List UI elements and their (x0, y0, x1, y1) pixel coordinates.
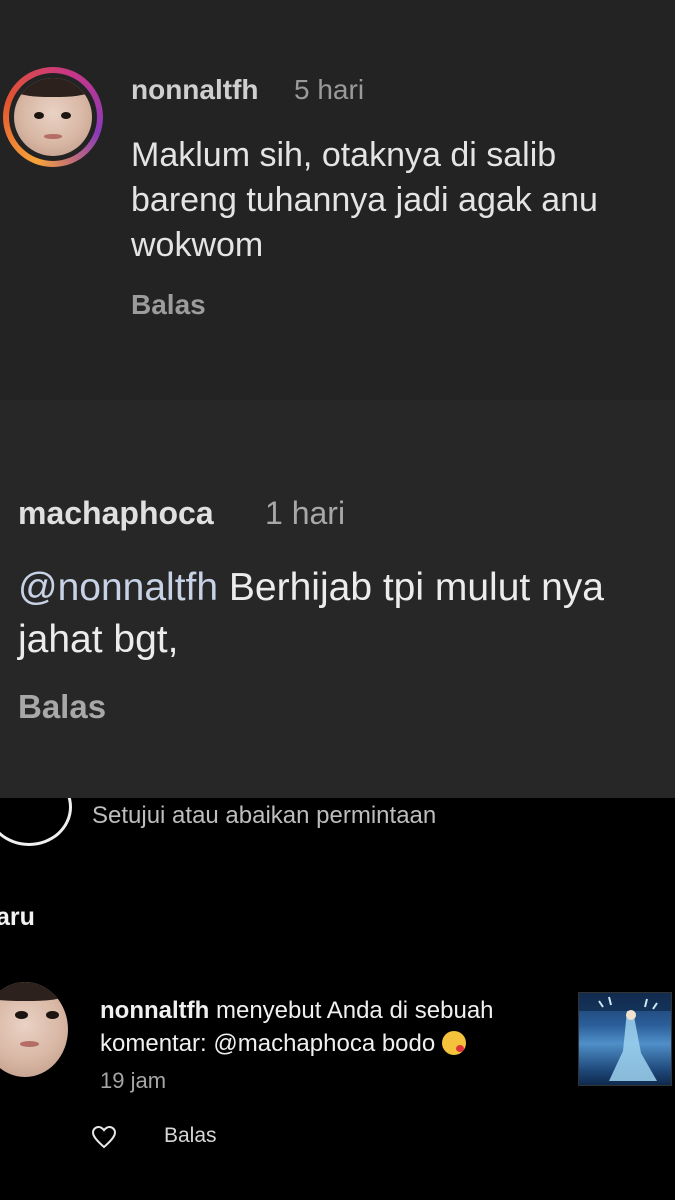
reply-button[interactable]: Balas (164, 1124, 217, 1148)
comment-panel-1: nonnaltfh 5 hari Maklum sih, otaknya di … (0, 0, 675, 400)
reply-button[interactable]: Balas (18, 688, 106, 726)
avatar[interactable] (0, 982, 68, 1077)
notifications-panel: Setujui atau abaikan permintaan aru nonn… (0, 798, 675, 1200)
request-avatar-icon[interactable] (0, 798, 72, 846)
reply-button[interactable]: Balas (131, 289, 206, 321)
notification-username[interactable]: nonnaltfh (100, 997, 209, 1024)
comment-text: Maklum sih, otaknya di salib bareng tuha… (131, 136, 598, 264)
heart-icon[interactable] (91, 1125, 117, 1149)
notification-timestamp: 19 jam (100, 1068, 167, 1093)
avatar (14, 78, 92, 156)
section-title: aru (0, 903, 35, 931)
post-thumbnail[interactable] (578, 992, 672, 1086)
comment-text-line1: Berhijab tpi mulut nya (218, 566, 604, 609)
thumbnail-image (579, 993, 671, 1081)
follow-request-text[interactable]: Setujui atau abaikan permintaan (92, 802, 436, 830)
notification-text[interactable]: nonnaltfh menyebut Anda di sebuah koment… (100, 994, 570, 1060)
comment-panel-2: machaphoca 1 hari @nonnaltfh Berhijab tp… (0, 400, 675, 798)
story-ring-avatar[interactable] (3, 67, 103, 167)
comment-text-line2: jahat bgt, (18, 618, 179, 661)
comment-timestamp: 1 hari (265, 495, 346, 531)
mention-link[interactable]: @nonnaltfh (18, 566, 218, 609)
kissing-face-emoji-icon (441, 1031, 466, 1055)
comment-username[interactable]: nonnaltfh (131, 74, 259, 106)
comment-timestamp: 5 hari (294, 74, 365, 105)
comment-username[interactable]: machaphoca (18, 495, 214, 532)
comment-text: @nonnaltfh Berhijab tpi mulut nya jahat … (18, 562, 675, 666)
